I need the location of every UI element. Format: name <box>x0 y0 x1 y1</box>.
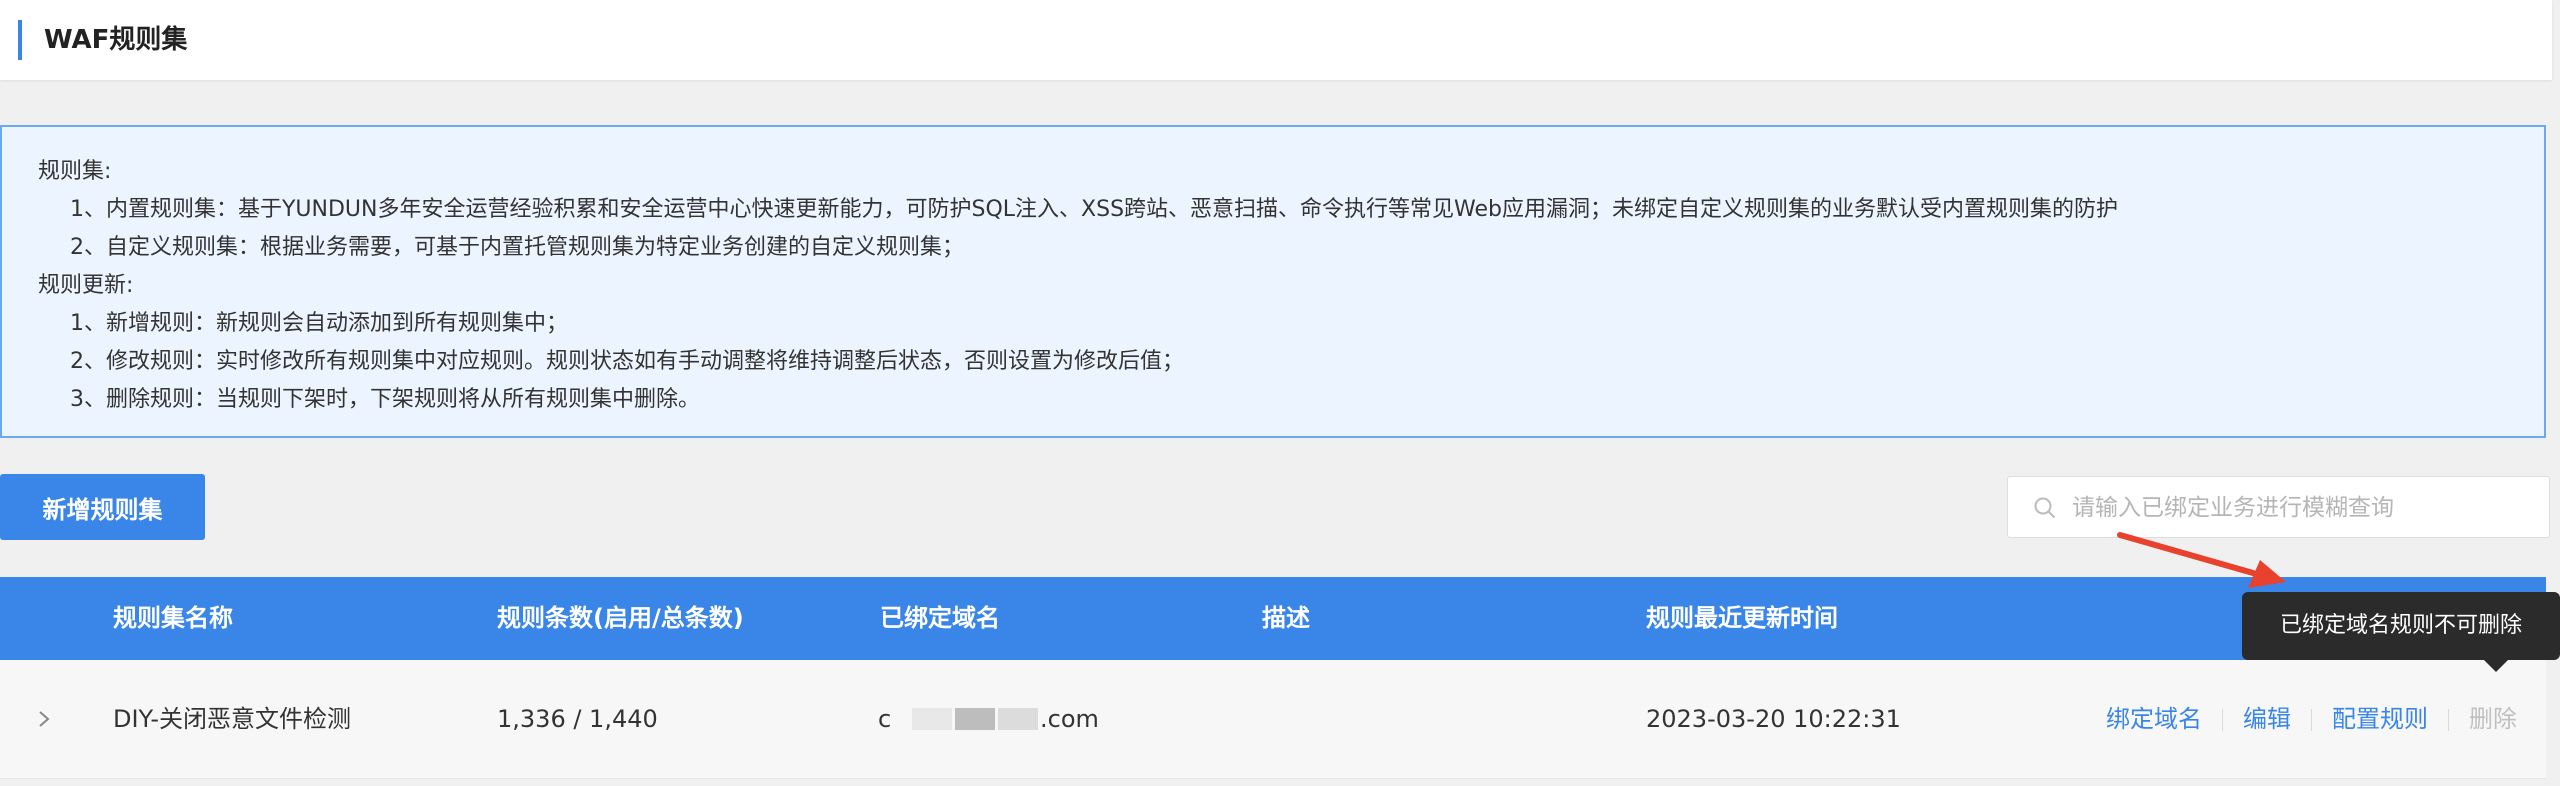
tooltip-arrow <box>2484 660 2508 672</box>
domain-redaction <box>998 708 1038 730</box>
action-separator <box>2448 709 2449 731</box>
notice-line: 1、新增规则：新规则会自动添加到所有规则集中； <box>70 311 568 336</box>
column-header-updated: 规则最近更新时间 <box>1646 604 1838 632</box>
row-actions: 绑定域名 编辑 配置规则 删除 <box>2106 660 2517 778</box>
edit-link[interactable]: 编辑 <box>2243 705 2291 733</box>
domain-redaction <box>912 708 952 730</box>
rule-count: 1,336 / 1,440 <box>497 705 658 733</box>
column-header-count: 规则条数(启用/总条数) <box>497 604 744 632</box>
search-icon <box>2034 497 2055 518</box>
delete-link[interactable]: 删除 <box>2469 705 2517 733</box>
info-notice: 规则集: 1、内置规则集：基于YUNDUN多年安全运营经验积累和安全运营中心快速… <box>0 125 2546 438</box>
action-separator <box>2311 709 2312 731</box>
column-header-domain: 已绑定域名 <box>880 604 1000 632</box>
notice-line: 2、修改规则：实时修改所有规则集中对应规则。规则状态如有手动调整将维持调整后状态… <box>70 349 1185 374</box>
title-accent-bar <box>18 20 22 60</box>
column-header-name: 规则集名称 <box>113 604 233 632</box>
notice-line: 规则集: <box>38 159 112 184</box>
notice-line: 规则更新: <box>38 273 134 298</box>
bind-domain-link[interactable]: 绑定域名 <box>2106 705 2202 733</box>
ruleset-name: DIY-关闭恶意文件检测 <box>113 705 352 733</box>
expand-chevron-icon[interactable] <box>34 707 54 731</box>
notice-line: 3、删除规则：当规则下架时，下架规则将从所有规则集中删除。 <box>70 387 700 412</box>
bound-domain-suffix: .com <box>1040 705 1099 733</box>
last-updated-time: 2023-03-20 10:22:31 <box>1646 705 1901 733</box>
action-separator <box>2222 709 2223 731</box>
add-ruleset-button[interactable]: 新增规则集 <box>0 474 205 540</box>
bound-domain-prefix: c <box>878 705 892 733</box>
domain-redaction <box>955 708 995 730</box>
page-title: WAF规则集 <box>44 25 188 55</box>
configure-rules-link[interactable]: 配置规则 <box>2332 705 2428 733</box>
column-header-description: 描述 <box>1262 604 1310 632</box>
table-row: DIY-关闭恶意文件检测 1,336 / 1,440 c .com 2023-0… <box>0 660 2546 779</box>
notice-line: 2、自定义规则集：根据业务需要，可基于内置托管规则集为特定业务创建的自定义规则集… <box>70 235 965 260</box>
notice-line: 1、内置规则集：基于YUNDUN多年安全运营经验积累和安全运营中心快速更新能力，… <box>70 197 2119 222</box>
annotation-arrow-icon <box>2117 532 2286 588</box>
delete-disabled-tooltip: 已绑定域名规则不可删除 <box>2242 592 2560 660</box>
page-header: WAF规则集 <box>0 0 2552 80</box>
